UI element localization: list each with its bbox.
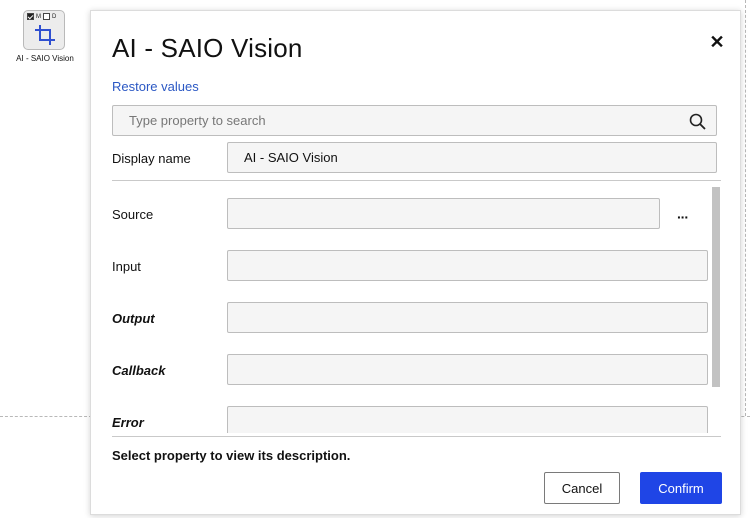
canvas-border [745, 0, 746, 416]
cancel-button[interactable]: Cancel [544, 472, 620, 504]
property-search-input[interactable] [112, 105, 717, 136]
node-flags: M D [27, 13, 57, 20]
source-browse-button[interactable]: ··· [677, 209, 689, 225]
flag-m-label: M [36, 13, 41, 20]
input-label: Input [112, 259, 141, 274]
property-description: Select property to view its description. [112, 448, 351, 463]
properties-dialog: AI - SAIO Vision ✕ Restore values Displa… [90, 10, 741, 515]
source-input[interactable] [227, 198, 660, 229]
dialog-title: AI - SAIO Vision [112, 33, 303, 63]
enabled-checkbox[interactable] [27, 13, 34, 20]
callback-label: Callback [112, 363, 166, 378]
canvas-divider [0, 416, 92, 417]
output-label: Output [112, 311, 155, 326]
display-name-label: Display name [112, 151, 191, 166]
confirm-button[interactable]: Confirm [640, 472, 722, 504]
node-label: AI - SAIO Vision [16, 54, 74, 63]
footer-divider [112, 436, 721, 437]
input-field[interactable] [227, 250, 708, 281]
error-field[interactable] [227, 406, 708, 433]
error-label: Error [112, 415, 144, 430]
restore-values-link[interactable]: Restore values [112, 79, 199, 94]
workflow-node[interactable]: M D [23, 10, 65, 50]
close-icon[interactable]: ✕ [708, 33, 726, 51]
property-scrollbar[interactable] [712, 187, 720, 387]
output-field[interactable] [227, 302, 708, 333]
property-list[interactable]: Source ··· Input Output Callback Error [91, 187, 742, 433]
display-name-input[interactable] [227, 142, 717, 173]
divider [112, 180, 721, 181]
callback-field[interactable] [227, 354, 708, 385]
flag-checkbox[interactable] [43, 13, 50, 20]
search-icon[interactable] [689, 113, 706, 130]
source-label: Source [112, 207, 154, 222]
flag-d-label: D [52, 13, 57, 20]
crop-icon [35, 25, 55, 45]
